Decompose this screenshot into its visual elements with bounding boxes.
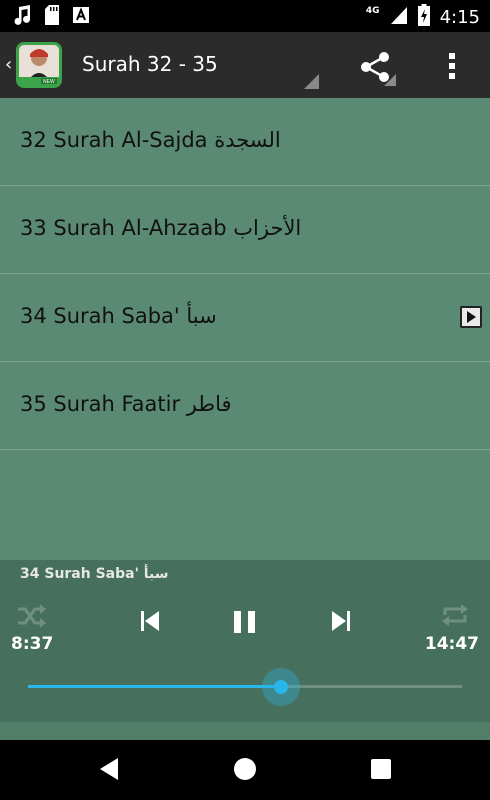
bottom-strip bbox=[0, 722, 490, 740]
surah-list: 32 Surah Al-Sajda السجدة 33 Surah Al-Ahz… bbox=[0, 98, 490, 560]
surah-label: 32 Surah Al-Sajda السجدة bbox=[20, 128, 281, 152]
share-icon[interactable] bbox=[356, 48, 396, 88]
shuffle-icon[interactable] bbox=[16, 603, 46, 633]
action-bar: ‹ NEW Surah 32 - 35 bbox=[0, 32, 490, 98]
elapsed-time: 8:37 bbox=[11, 634, 54, 654]
surah-label: 34 Surah Saba' سبأ bbox=[20, 304, 217, 328]
home-circle-icon[interactable] bbox=[233, 757, 257, 785]
app-logo[interactable]: NEW bbox=[16, 42, 62, 88]
page-title: Surah 32 - 35 bbox=[82, 52, 218, 76]
list-item[interactable]: 33 Surah Al-Ahzaab الأحزاب bbox=[0, 186, 490, 274]
battery-charging-icon bbox=[417, 4, 430, 30]
list-item[interactable]: 34 Surah Saba' سبأ bbox=[0, 274, 490, 362]
network-type: 4G bbox=[365, 6, 380, 16]
pause-icon[interactable] bbox=[233, 610, 257, 638]
signal-icon bbox=[390, 5, 408, 29]
back-chevron-icon[interactable]: ‹ bbox=[5, 54, 12, 75]
seek-progress bbox=[28, 685, 282, 688]
now-playing-icon bbox=[460, 306, 482, 328]
list-item[interactable]: 32 Surah Al-Sajda السجدة bbox=[0, 98, 490, 186]
total-time: 14:47 bbox=[424, 634, 479, 654]
surah-label: 35 Surah Faatir فاطر bbox=[20, 392, 232, 416]
now-playing-title: 34 Surah Saba' سبأ bbox=[20, 566, 169, 582]
font-app-icon bbox=[72, 6, 90, 28]
next-icon[interactable] bbox=[331, 610, 351, 636]
surah-label: 33 Surah Al-Ahzaab الأحزاب bbox=[20, 216, 302, 240]
repeat-icon[interactable] bbox=[441, 602, 469, 632]
svg-text:NEW: NEW bbox=[43, 79, 55, 85]
clock: 4:15 bbox=[439, 6, 480, 28]
overflow-menu-icon[interactable] bbox=[438, 50, 466, 82]
spinner-corner bbox=[304, 74, 319, 89]
sd-card-icon bbox=[44, 4, 60, 30]
back-triangle-icon[interactable] bbox=[98, 757, 120, 785]
media-player: 34 Surah Saba' سبأ 8:37 14:47 bbox=[0, 560, 490, 722]
recents-square-icon[interactable] bbox=[370, 758, 392, 784]
list-item[interactable]: 35 Surah Faatir فاطر bbox=[0, 362, 490, 450]
music-note-icon bbox=[12, 4, 32, 30]
previous-icon[interactable] bbox=[140, 610, 160, 636]
navigation-bar bbox=[0, 740, 490, 800]
seek-bar[interactable] bbox=[28, 685, 462, 688]
status-bar: 4G 4:15 bbox=[0, 0, 490, 32]
seek-thumb[interactable] bbox=[274, 680, 289, 694]
